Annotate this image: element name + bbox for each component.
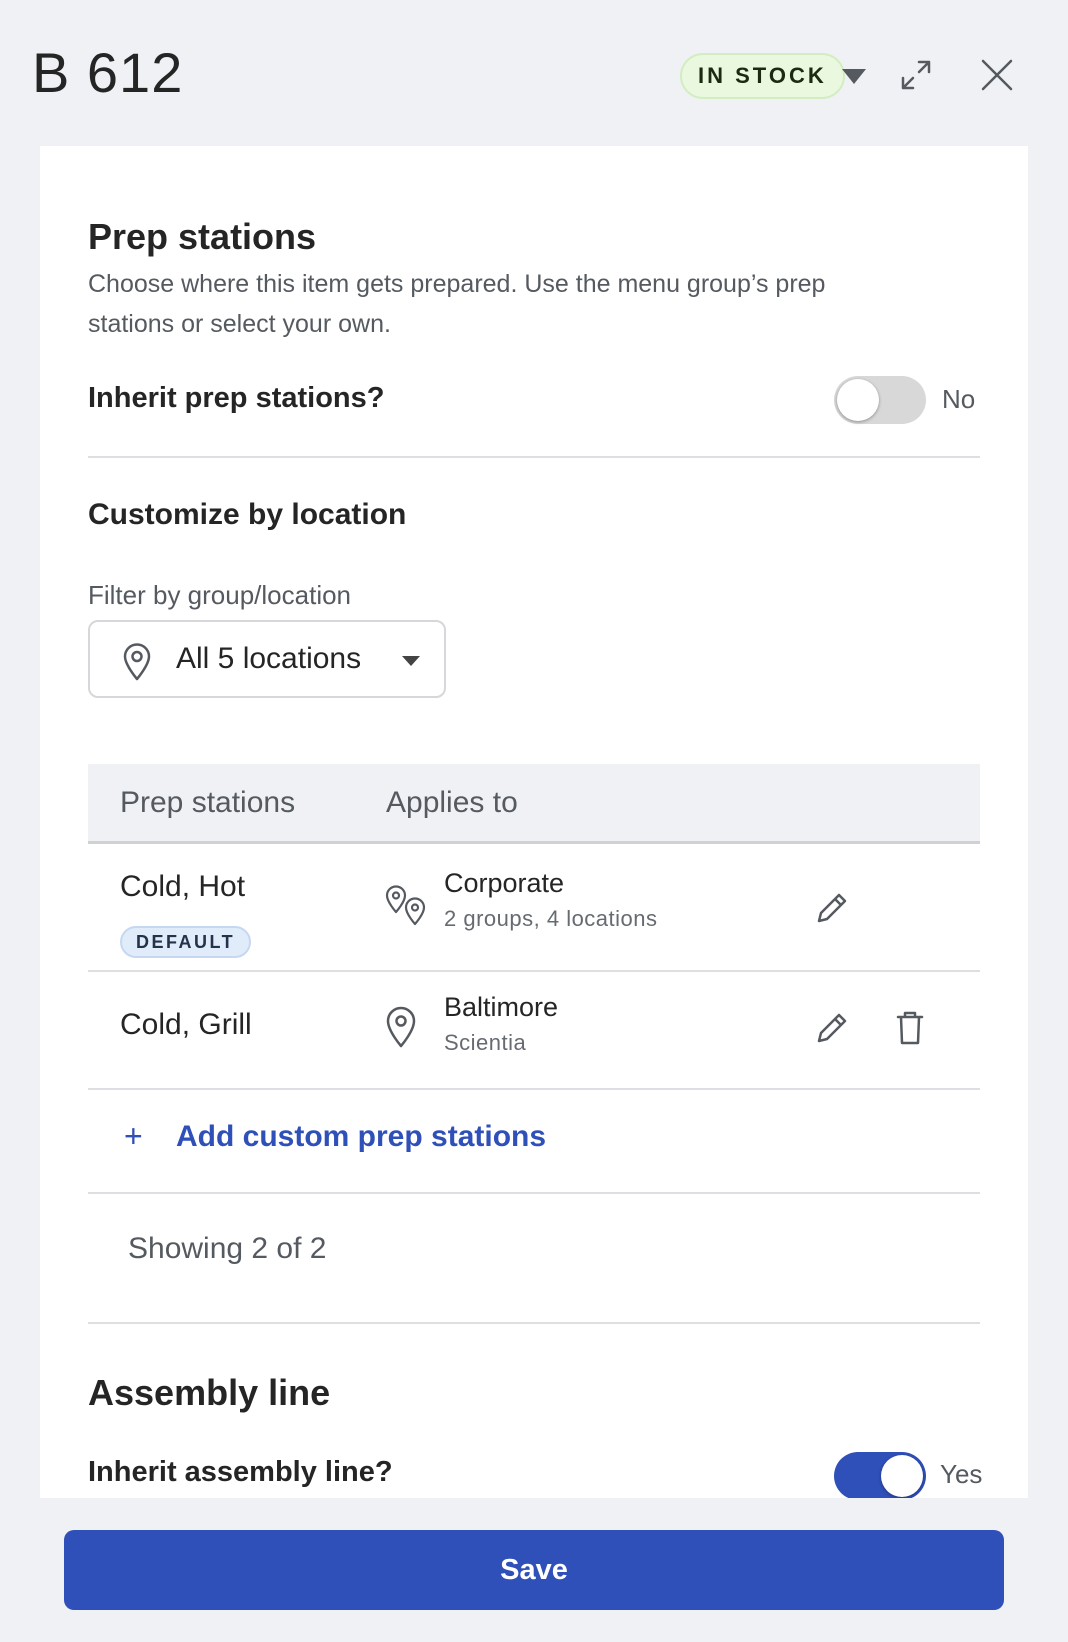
assembly-line-title: Assembly line (88, 1372, 331, 1413)
edit-pencil-icon[interactable] (812, 888, 852, 928)
stock-status-badge[interactable]: IN STOCK (680, 53, 845, 99)
toggle-knob (881, 1455, 923, 1497)
prep-stations-table-header: Prep stations Applies to (88, 764, 980, 844)
location-pin-icon (123, 643, 151, 681)
row-prep-stations: Cold, Grill (120, 1008, 252, 1041)
location-pin-icon (386, 1006, 416, 1048)
location-filter-select[interactable]: All 5 locations (88, 620, 446, 698)
showing-count: Showing 2 of 2 (128, 1232, 327, 1265)
add-custom-prep-stations-label: Add custom prep stations (176, 1120, 547, 1153)
filter-label: Filter by group/location (88, 580, 352, 610)
caret-down-icon[interactable] (840, 66, 868, 86)
item-editor-panel: Prep stations Choose where this item get… (40, 146, 1028, 1498)
customize-by-location-title: Customize by location (88, 498, 407, 531)
item-header: B 612 IN STOCK (0, 0, 1068, 146)
applies-to-name: Baltimore (444, 992, 559, 1022)
add-custom-prep-stations-button[interactable]: + Add custom prep stations (88, 1090, 980, 1194)
table-footer: Showing 2 of 2 (88, 1194, 980, 1324)
column-header-prep-stations: Prep stations (120, 786, 296, 819)
prep-stations-title: Prep stations (88, 216, 317, 257)
default-badge: DEFAULT (120, 926, 252, 958)
column-header-applies-to: Applies to (386, 786, 518, 819)
chevron-down-icon (402, 656, 420, 666)
applies-to-detail: 2 groups, 4 locations (444, 906, 658, 931)
applies-to-detail: Scientia (444, 1030, 527, 1055)
inherit-assembly-toggle[interactable] (834, 1452, 926, 1498)
multi-location-pin-icon (385, 885, 426, 926)
divider (88, 456, 980, 458)
item-title: B 612 (32, 41, 184, 104)
save-button[interactable]: Save (64, 1530, 1004, 1610)
close-icon[interactable] (976, 54, 1018, 96)
location-filter-value: All 5 locations (176, 642, 362, 675)
applies-to-name: Corporate (444, 868, 565, 898)
table-row: Cold, Grill Baltimore Scientia (88, 972, 980, 1090)
inherit-assembly-label: Inherit assembly line? (88, 1456, 393, 1488)
expand-icon[interactable] (895, 54, 937, 96)
inherit-prep-label: Inherit prep stations? (88, 382, 385, 414)
trash-icon[interactable] (890, 1008, 930, 1048)
table-row: Cold, Hot DEFAULT Corporate 2 groups, 4 … (88, 844, 980, 972)
plus-icon: + (124, 1118, 143, 1154)
row-prep-stations: Cold, Hot (120, 870, 246, 903)
edit-pencil-icon[interactable] (812, 1008, 852, 1048)
toggle-knob (837, 379, 879, 421)
prep-stations-description: Choose where this item gets prepared. Us… (88, 270, 826, 338)
inherit-prep-toggle[interactable] (834, 376, 926, 424)
inherit-prep-value: No (942, 384, 976, 414)
inherit-assembly-value: Yes (940, 1459, 983, 1489)
